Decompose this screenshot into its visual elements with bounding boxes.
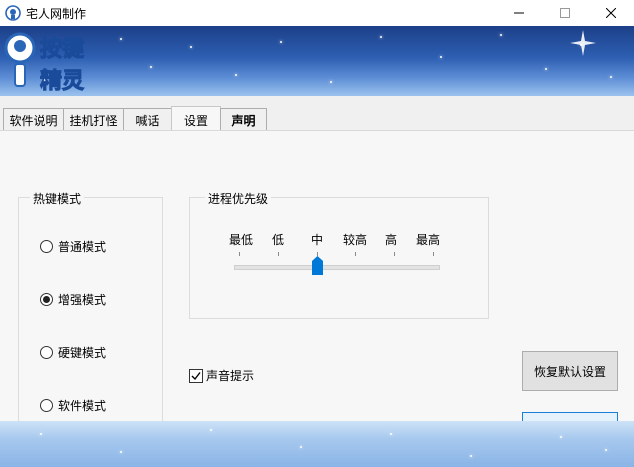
slider-tick — [278, 252, 279, 256]
restore-defaults-button[interactable]: 恢复默认设置 — [522, 351, 618, 391]
radio-button[interactable] — [40, 399, 53, 412]
radio-software-mode[interactable]: 软件模式 — [40, 397, 106, 414]
priority-slider-track[interactable] — [234, 265, 440, 270]
sparkle-icon — [570, 30, 596, 56]
tab-label: 软件说明 — [9, 113, 58, 128]
hotkey-mode-group — [18, 197, 163, 429]
tab-shout[interactable]: 喊话 — [123, 108, 172, 131]
process-priority-title: 进程优先级 — [205, 190, 272, 207]
radio-label: 硬键模式 — [58, 346, 107, 360]
priority-label-high: 高 — [384, 233, 398, 247]
tab-statement[interactable]: 声明 — [220, 108, 267, 131]
app-icon — [5, 5, 21, 21]
checkbox-label: 声音提示 — [206, 369, 255, 383]
tab-bar: 软件说明 挂机打怪 喊话 设置 声明 — [0, 106, 634, 133]
radio-enhanced-mode[interactable]: 增强模式 — [40, 291, 106, 308]
tab-label: 设置 — [183, 113, 208, 128]
priority-slider-thumb[interactable] — [312, 256, 323, 275]
radio-button[interactable] — [40, 346, 53, 359]
close-button[interactable] — [588, 0, 634, 26]
radio-button[interactable] — [40, 293, 53, 306]
slider-tick — [355, 252, 356, 256]
priority-label-low: 低 — [271, 233, 285, 247]
radio-normal-mode[interactable]: 普通模式 — [40, 238, 106, 255]
tab-settings[interactable]: 设置 — [171, 106, 221, 133]
tab-label: 喊话 — [135, 113, 160, 128]
footer-banner — [0, 421, 634, 467]
slider-tick — [394, 252, 395, 256]
process-priority-group — [189, 197, 489, 319]
radio-button[interactable] — [40, 240, 53, 253]
priority-label-above-normal: 较高 — [342, 233, 368, 247]
logo-line1: 按键 — [40, 36, 84, 62]
priority-label-highest: 最高 — [415, 233, 441, 247]
radio-hardkey-mode[interactable]: 硬键模式 — [40, 344, 106, 361]
minimize-icon — [514, 12, 524, 14]
radio-label: 增强模式 — [58, 293, 107, 307]
minimize-button[interactable] — [496, 0, 542, 26]
tab-label: 声明 — [231, 113, 256, 128]
radio-label: 普通模式 — [58, 240, 107, 254]
title-bar: 宅人网制作 — [0, 0, 634, 26]
app-logo: 按键 精灵 — [4, 32, 85, 95]
slider-tick — [239, 252, 240, 256]
radio-label: 软件模式 — [58, 399, 107, 413]
logo-line2: 精灵 — [40, 68, 84, 94]
maximize-icon — [560, 8, 570, 18]
checkmark-icon — [191, 371, 201, 380]
window-title: 宅人网制作 — [26, 7, 87, 21]
tab-auto-fight[interactable]: 挂机打怪 — [63, 108, 124, 131]
tab-software-info[interactable]: 软件说明 — [3, 108, 64, 131]
priority-label-normal: 中 — [310, 233, 324, 247]
close-icon — [606, 8, 616, 18]
sound-alert-checkbox[interactable]: 声音提示 — [189, 367, 254, 384]
maximize-button[interactable] — [542, 0, 588, 26]
priority-label-lowest: 最低 — [228, 233, 254, 247]
hotkey-mode-title: 热键模式 — [30, 190, 85, 207]
slider-tick — [433, 252, 434, 256]
checkbox[interactable] — [189, 368, 203, 383]
tab-label: 挂机打怪 — [69, 113, 118, 128]
